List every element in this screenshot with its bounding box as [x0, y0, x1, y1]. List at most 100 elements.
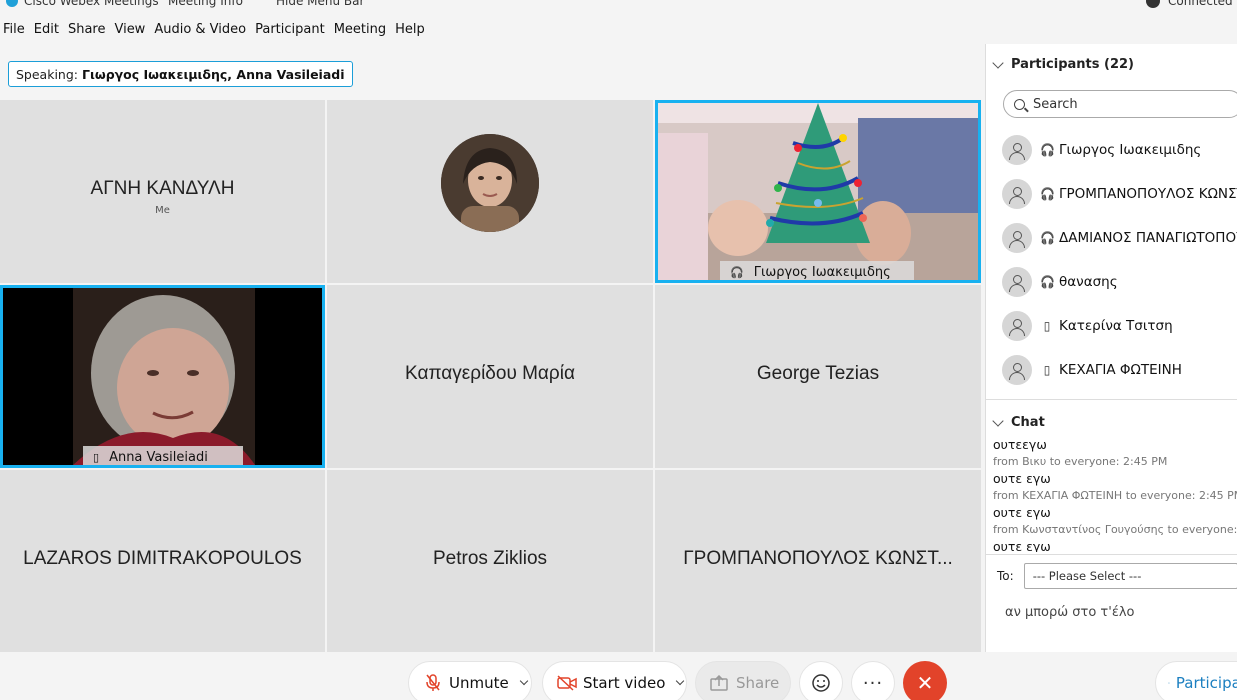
- list-item[interactable]: ▯ ΚΕΧΑΓΙΑ ΦΩΤΕΙΝΗ: [986, 348, 1237, 392]
- recipient-select-value: --- Please Select ---: [1032, 569, 1142, 583]
- tile-name: Petros Ziklios: [432, 548, 548, 569]
- participant-name-tag: 🎧 Γιωργος Ιωακειμιδης: [720, 261, 914, 280]
- list-item[interactable]: 🎧 θανασης: [986, 260, 1237, 304]
- connection-icon: [1146, 0, 1160, 8]
- list-item[interactable]: 🎧 Γιωργος Ιωακειμιδης: [986, 128, 1237, 172]
- chat-message: ουτεεγω: [993, 442, 1047, 452]
- menu-help[interactable]: Help: [395, 20, 425, 42]
- tile-name: George Tezias: [756, 363, 880, 384]
- person-icon: [1002, 135, 1032, 165]
- video-grid: ΑΓΝΗ ΚΑΝΔΥΛΗ Me 🎧 Γιωργος Ιωακειμιδης ▯ …: [0, 100, 982, 652]
- headset-icon: 🎧: [730, 265, 744, 279]
- leave-meeting-button[interactable]: ✕: [903, 661, 947, 700]
- video-tile-lazaros[interactable]: LAZAROS DIMITRAKOPOULOS: [0, 470, 325, 652]
- speaking-indicator: Speaking: Γιωργος Ιωακειμιδης, Anna Vasi…: [8, 61, 353, 87]
- unmute-label: Unmute: [449, 674, 509, 692]
- chat-recipient-row: To: --- Please Select ---: [986, 562, 1237, 590]
- menu-audio-video[interactable]: Audio & Video: [154, 20, 246, 42]
- menu-edit[interactable]: Edit: [34, 20, 59, 42]
- headset-icon: 🎧: [1040, 143, 1055, 157]
- participant-name-tag: ▯ Anna Vasileiadi: [83, 446, 243, 465]
- app-title: Cisco Webex Meetings: [24, 0, 159, 8]
- menu-participant[interactable]: Participant: [255, 20, 325, 42]
- unmute-button[interactable]: Unmute: [408, 661, 532, 700]
- start-video-button[interactable]: Start video: [542, 661, 687, 700]
- participants-icon: [1168, 682, 1170, 684]
- close-icon: ✕: [916, 671, 934, 695]
- participant-avatar-photo: [441, 134, 539, 232]
- connection-status: Connected: [1168, 0, 1233, 8]
- participant-list: 🎧 Γιωργος Ιωακειμιδης 🎧 ΓΡΟΜΠΑΝΟΠΟΥΛΟΣ Κ…: [986, 128, 1237, 392]
- more-options-button[interactable]: ···: [851, 661, 895, 700]
- smiley-icon: [812, 674, 830, 692]
- share-button[interactable]: Share: [695, 661, 791, 700]
- chat-header[interactable]: Chat: [992, 414, 1045, 430]
- chevron-down-icon: [992, 414, 1004, 427]
- start-video-label: Start video: [583, 674, 666, 692]
- side-panel: Participants (22) Search 🎧 Γιωργος Ιωακε…: [985, 44, 1237, 652]
- chevron-down-icon: [519, 676, 528, 686]
- video-tile-self[interactable]: ΑΓΝΗ ΚΑΝΔΥΛΗ Me: [0, 100, 325, 283]
- chat-meta: from Κωνσταντίνος Γουγούσης to everyone:: [993, 523, 1237, 536]
- tile-name: Καπαγερίδου Μαρία: [405, 363, 575, 384]
- tile-name: ΑΓΝΗ ΚΑΝΔΥΛΗ: [90, 178, 235, 199]
- divider: [986, 554, 1237, 555]
- meeting-info-button[interactable]: Meeting Info: [168, 0, 243, 8]
- hide-menu-bar-button[interactable]: Hide Menu Bar: [276, 0, 364, 8]
- chat-input[interactable]: αν μπορώ στο τ'έλο: [1005, 605, 1135, 620]
- participants-toggle-button[interactable]: Participants: [1155, 661, 1237, 700]
- chat-messages[interactable]: ουτεεγω from Βικυ to everyone: 2:45 PM ο…: [986, 442, 1237, 552]
- recipient-select[interactable]: --- Please Select ---: [1023, 563, 1237, 589]
- participant-name: ΚΕΧΑΓΙΑ ΦΩΤΕΙΝΗ: [1059, 362, 1182, 378]
- video-tile-anna[interactable]: ▯ Anna Vasileiadi: [0, 285, 325, 468]
- video-tile-avatar[interactable]: [327, 100, 653, 283]
- phone-icon: ▯: [1043, 363, 1051, 377]
- search-icon: [1014, 98, 1025, 110]
- participants-toggle-label: Participants: [1175, 674, 1237, 692]
- participants-header-label: Participants (22): [1011, 57, 1134, 72]
- video-feed-giorgos: [658, 103, 978, 280]
- chevron-down-icon: [992, 56, 1004, 69]
- chat-meta: from ΚΕΧΑΓΙΑ ΦΩΤΕΙΝΗ to everyone: 2:45 P…: [993, 489, 1237, 502]
- phone-icon: ▯: [1043, 319, 1051, 333]
- more-icon: ···: [862, 672, 884, 694]
- tile-name: ΓΡΟΜΠΑΝΟΠΟΥΛΟΣ ΚΩΝΣΤ...: [683, 548, 953, 569]
- share-label: Share: [736, 674, 780, 692]
- video-tile-grompanopoulos[interactable]: ΓΡΟΜΠΑΝΟΠΟΥΛΟΣ ΚΩΝΣΤ...: [655, 470, 981, 652]
- list-item[interactable]: 🎧 ΔΑΜΙΑΝΟΣ ΠΑΝΑΓΙΩΤΟΠΟΥ: [986, 216, 1237, 260]
- webex-logo-icon: [6, 0, 18, 7]
- participant-name: ΔΑΜΙΑΝΟΣ ΠΑΝΑΓΙΩΤΟΠΟΥ: [1059, 230, 1237, 246]
- menu-share[interactable]: Share: [68, 20, 106, 42]
- participant-name: θανασης: [1059, 274, 1118, 290]
- participant-search-input[interactable]: Search: [1003, 90, 1237, 118]
- video-tile-tezias[interactable]: George Tezias: [655, 285, 981, 468]
- to-label: To:: [997, 569, 1014, 583]
- speaking-names: Γιωργος Ιωακειμιδης, Anna Vasileiadi: [82, 66, 345, 82]
- list-item[interactable]: 🎧 ΓΡΟΜΠΑΝΟΠΟΥΛΟΣ ΚΩΝΣΤ: [986, 172, 1237, 216]
- search-placeholder: Search: [1033, 96, 1078, 112]
- tile-tag-label: Γιωργος Ιωακειμιδης: [753, 264, 891, 280]
- person-icon: [1002, 179, 1032, 209]
- person-icon: [1002, 355, 1032, 385]
- phone-icon: ▯: [93, 450, 100, 464]
- headset-icon: 🎧: [1040, 231, 1055, 245]
- menu-view[interactable]: View: [114, 20, 145, 42]
- person-icon: [1002, 223, 1032, 253]
- menu-meeting[interactable]: Meeting: [334, 20, 386, 42]
- participant-name: Γιωργος Ιωακειμιδης: [1059, 142, 1202, 158]
- tile-tag-label: Anna Vasileiadi: [109, 449, 208, 465]
- video-tile-kapageridou[interactable]: Καπαγερίδου Μαρία: [327, 285, 653, 468]
- video-tile-giorgos[interactable]: 🎧 Γιωργος Ιωακειμιδης: [655, 100, 981, 283]
- chat-meta: from Βικυ to everyone: 2:45 PM: [993, 455, 1168, 468]
- participants-header[interactable]: Participants (22): [992, 56, 1134, 72]
- tile-name: LAZAROS DIMITRAKOPOULOS: [23, 548, 302, 569]
- reactions-button[interactable]: [799, 661, 843, 700]
- menu-file[interactable]: File: [3, 20, 25, 42]
- video-tile-ziklios[interactable]: Petros Ziklios: [327, 470, 653, 652]
- tile-me-label: Me: [155, 205, 170, 216]
- person-icon: [1002, 267, 1032, 297]
- headset-icon: 🎧: [1040, 275, 1055, 289]
- meeting-controls: Unmute Start video Share ··· ✕ Participa: [0, 652, 1237, 700]
- menu-bar: File Edit Share View Audio & Video Parti…: [0, 20, 431, 42]
- list-item[interactable]: ▯ Κατερίνα Τσιτση: [986, 304, 1237, 348]
